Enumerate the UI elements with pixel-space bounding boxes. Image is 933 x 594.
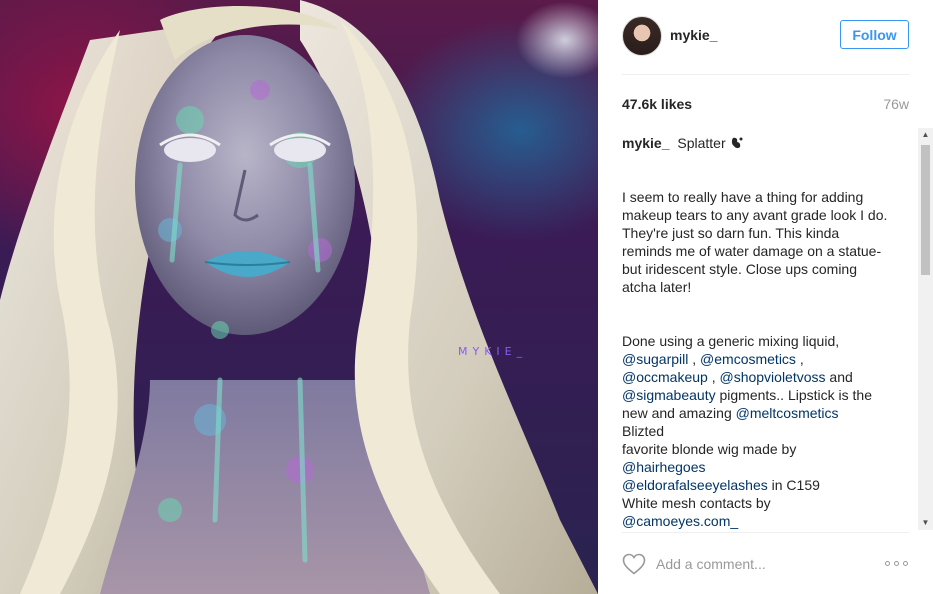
- caption-text-contacts: White mesh contacts by: [622, 495, 771, 511]
- mention-hairhegoes[interactable]: @hairhegoes: [622, 459, 706, 475]
- caption-paragraph-2: Done using a generic mixing liquid, @sug…: [622, 332, 892, 530]
- mention-sigmabeauty[interactable]: @sigmabeauty: [622, 387, 716, 403]
- mention-shopvioletvoss[interactable]: @shopvioletvoss: [719, 369, 825, 385]
- username-link[interactable]: mykie_: [670, 27, 717, 43]
- more-options-icon[interactable]: [884, 558, 910, 570]
- portrait-illustration: [0, 0, 598, 594]
- caption-title: Splatter: [677, 135, 726, 151]
- post-header: mykie_ Follow: [622, 16, 909, 58]
- heart-outline-icon[interactable]: [622, 553, 646, 575]
- scroll-up-arrow-icon[interactable]: ▲: [918, 128, 933, 142]
- header-divider: [622, 74, 909, 75]
- mention-occmakeup[interactable]: @occmakeup: [622, 369, 708, 385]
- mention-sugarpill[interactable]: @sugarpill: [622, 351, 688, 367]
- comment-input[interactable]: [656, 554, 856, 574]
- scroll-down-arrow-icon[interactable]: ▼: [918, 516, 933, 530]
- caption-paragraph-1: I seem to really have a thing for adding…: [622, 189, 888, 295]
- mention-camoeyes[interactable]: @camoeyes.com_: [622, 513, 738, 529]
- caption-heading: mykie_ Splatter: [622, 134, 892, 152]
- caption-text-blizted: Blizted: [622, 423, 665, 439]
- mention-emcosmetics[interactable]: @emcosmetics: [700, 351, 796, 367]
- caption-scrollbar[interactable]: ▲ ▼: [918, 128, 933, 530]
- caption-text-wig: favorite blonde wig made by: [622, 441, 797, 457]
- caption-text: mykie_ Splatter I seem to really have a …: [622, 134, 892, 530]
- mention-eldorafalseeyelashes[interactable]: @eldorafalseeyelashes: [622, 477, 768, 493]
- post-photo[interactable]: MYKIE_: [0, 0, 598, 594]
- caption-text-c159: in C159: [767, 477, 820, 493]
- photo-watermark: MYKIE_: [458, 345, 528, 358]
- follow-button[interactable]: Follow: [840, 20, 909, 49]
- likes-count[interactable]: 47.6k likes: [622, 96, 692, 112]
- caption-sep: ,: [688, 351, 701, 367]
- comment-divider: [622, 532, 909, 533]
- scrollbar-thumb[interactable]: [921, 145, 930, 275]
- avatar[interactable]: [622, 16, 662, 56]
- post-age[interactable]: 76w: [883, 96, 909, 112]
- caption-text-and: and: [825, 369, 853, 385]
- caption-area[interactable]: mykie_ Splatter I seem to really have a …: [622, 128, 909, 530]
- caption-sep: ,: [707, 369, 720, 385]
- caption-username[interactable]: mykie_: [622, 135, 669, 151]
- splatter-emoji-icon: [731, 137, 743, 149]
- mention-meltcosmetics[interactable]: @meltcosmetics: [736, 405, 839, 421]
- caption-sep: ,: [795, 351, 804, 367]
- caption-text-mixing: Done using a generic mixing liquid,: [622, 333, 840, 349]
